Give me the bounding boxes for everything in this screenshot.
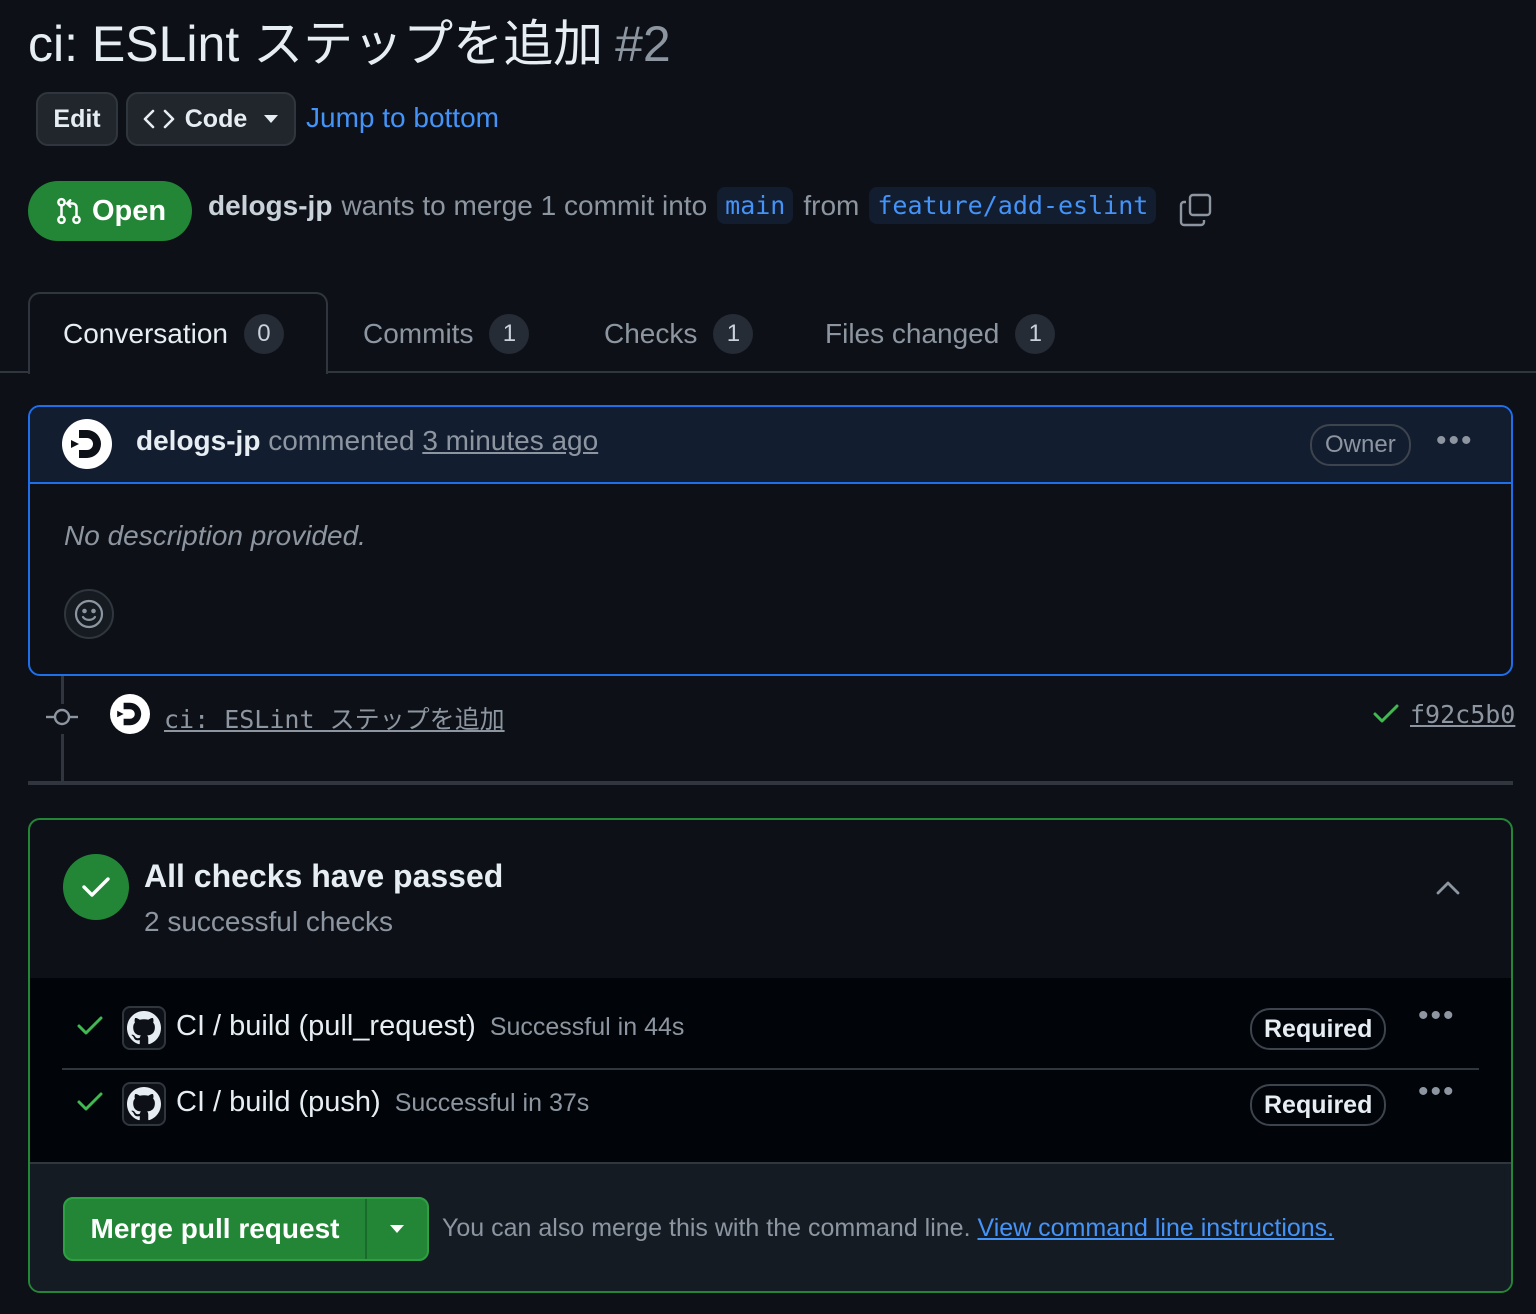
tab-conversation[interactable]: Conversation 0 (63, 314, 284, 354)
head-branch[interactable]: feature/add-eslint (869, 187, 1157, 224)
tab-counter: 0 (243, 314, 284, 354)
add-reaction-button[interactable] (64, 589, 114, 639)
commit-message-link[interactable]: ci: ESLint ステップを追加 (164, 700, 505, 736)
check-icon (77, 1016, 103, 1035)
check-run-status: Successful in 44s (489, 1013, 685, 1041)
git-pull-request-icon (57, 197, 81, 225)
pr-description-comment: delogs-jp commented 3 minutes ago Owner … (28, 405, 1513, 676)
checks-summary: All checks have passed 2 successful chec… (30, 820, 1511, 980)
required-badge: Required (1250, 1008, 1387, 1050)
commit-sha-link[interactable]: f92c5b0 (1410, 700, 1515, 729)
check-icon (82, 877, 110, 897)
tab-counter: 1 (713, 314, 754, 354)
comment-author-link[interactable]: delogs-jp (136, 425, 260, 456)
checks-title: All checks have passed (144, 858, 504, 894)
timeline-divider (28, 781, 1513, 785)
kebab-menu-icon[interactable]: ••• (1418, 1001, 1456, 1031)
avatar[interactable] (62, 419, 112, 469)
chevron-up-icon[interactable] (1435, 880, 1461, 896)
checks-subtitle: 2 successful checks (144, 906, 393, 937)
smiley-icon (74, 599, 104, 629)
github-mark-icon (127, 1011, 161, 1045)
github-actions-icon (122, 1006, 166, 1050)
comment-meta: delogs-jp commented 3 minutes ago (136, 425, 599, 456)
timeline-line (61, 676, 64, 704)
comment-body: No description provided. (64, 520, 366, 551)
check-icon (77, 1092, 103, 1111)
check-icon[interactable] (1372, 702, 1400, 726)
tab-files-changed[interactable]: Files changed 1 (825, 314, 1056, 354)
check-run-row[interactable]: CI / build (push) Successful in 37s Requi… (62, 1068, 1479, 1142)
owner-badge: Owner (1310, 424, 1411, 466)
avatar[interactable] (110, 694, 150, 734)
pr-title-row: ci: ESLint ステップを追加 #2 (28, 14, 671, 74)
merge-box: All checks have passed 2 successful chec… (28, 818, 1513, 1293)
git-commit-icon (46, 708, 78, 726)
view-command-line-instructions-link[interactable]: View command line instructions. (977, 1214, 1334, 1242)
pr-number: #2 (615, 16, 671, 72)
code-button[interactable]: Code (126, 92, 296, 146)
check-run-status: Successful in 37s (394, 1089, 590, 1117)
merge-help-text: You can also merge this with the command… (442, 1214, 1335, 1242)
caret-down-icon (390, 1225, 404, 1233)
check-run-name: CI / build (push) Successful in 37s (176, 1086, 590, 1118)
timeline-line (61, 734, 64, 782)
comment-timestamp-link[interactable]: 3 minutes ago (422, 425, 598, 456)
merge-actions: Merge pull request You can also merge th… (30, 1162, 1511, 1291)
copy-icon[interactable] (1178, 192, 1214, 228)
pr-author-link[interactable]: delogs-jp (208, 190, 332, 222)
pr-title: ci: ESLint ステップを追加 (28, 16, 604, 72)
merge-summary: delogs-jp wants to merge 1 commit into m… (208, 187, 1166, 224)
caret-down-icon (264, 115, 279, 123)
merge-method-dropdown[interactable] (367, 1199, 427, 1259)
merge-pull-request-button[interactable]: Merge pull request (65, 1199, 367, 1259)
check-run-row[interactable]: CI / build (pull_request) Successful in 4… (62, 992, 1479, 1066)
code-button-label: Code (184, 104, 248, 133)
tab-counter: 1 (1015, 314, 1056, 354)
delogs-logo-icon (71, 430, 101, 458)
jump-to-bottom-link[interactable]: Jump to bottom (306, 102, 499, 134)
tab-commits[interactable]: Commits 1 (363, 314, 530, 354)
required-badge: Required (1250, 1084, 1387, 1126)
checks-passed-icon (63, 854, 129, 920)
base-branch[interactable]: main (717, 187, 794, 224)
tab-counter: 1 (489, 314, 530, 354)
tab-checks[interactable]: Checks 1 (604, 314, 754, 354)
check-run-name: CI / build (pull_request) Successful in 4… (176, 1010, 685, 1042)
state-badge-open: Open (28, 181, 192, 241)
comment-header: delogs-jp commented 3 minutes ago Owner … (30, 407, 1511, 484)
kebab-menu-icon[interactable]: ••• (1418, 1077, 1456, 1107)
merge-button-group: Merge pull request (63, 1197, 429, 1261)
delogs-logo-icon (117, 702, 142, 726)
code-icon (143, 109, 175, 129)
kebab-menu-icon[interactable]: ••• (1436, 426, 1474, 456)
checks-list: CI / build (pull_request) Successful in 4… (30, 978, 1511, 1162)
edit-button[interactable]: Edit (36, 92, 118, 146)
github-actions-icon (122, 1082, 166, 1126)
github-mark-icon (127, 1087, 161, 1121)
